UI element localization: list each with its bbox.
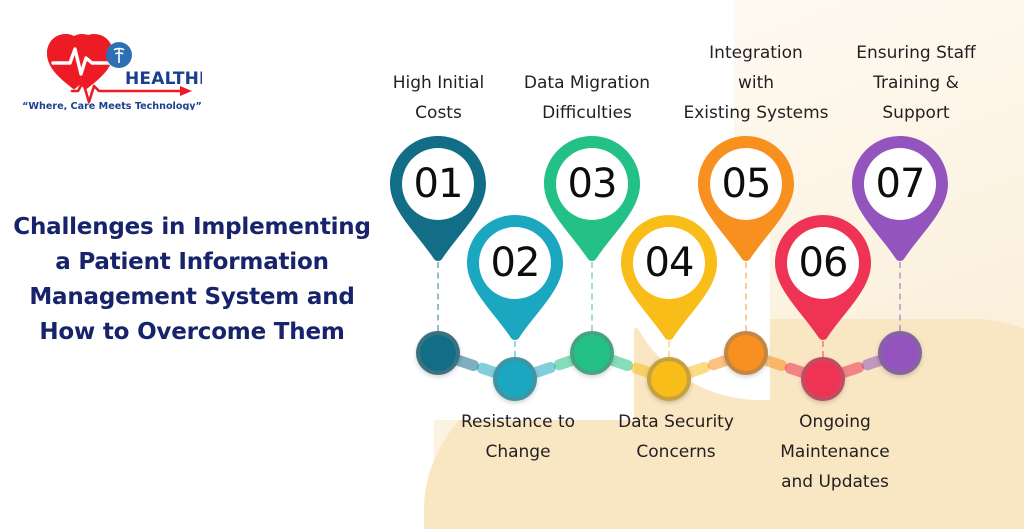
dashed-connector-line	[822, 341, 824, 357]
label-line: with	[737, 73, 775, 93]
timeline-node-02[interactable]	[493, 357, 537, 401]
label-line: Ongoing	[799, 412, 871, 432]
step-label-top-2: Data Migration Difficulties	[507, 68, 667, 128]
timeline-node-07[interactable]	[878, 331, 922, 375]
label-line: Costs	[415, 103, 462, 123]
timeline-node-01[interactable]	[416, 331, 460, 375]
label-line: Integration	[709, 43, 803, 63]
label-line: and Updates	[781, 472, 889, 492]
dashed-connector-line	[591, 262, 593, 331]
dashed-connector-line	[668, 341, 670, 357]
timeline-node-03[interactable]	[570, 331, 614, 375]
label-line: Concerns	[636, 442, 716, 462]
label-line: Support	[882, 103, 950, 123]
steps-infographic: 01 02 03 04 05 06 07 High Initial Costs Data Migr…	[0, 0, 1024, 529]
dashed-connector-line	[745, 262, 747, 331]
step-label-top-1: High Initial Costs	[366, 68, 511, 128]
dashed-connector-line	[899, 262, 901, 331]
label-line: High Initial	[392, 73, 485, 93]
step-label-bottom-3: Ongoing Maintenance and Updates	[755, 407, 915, 497]
pin-number: 01	[413, 161, 464, 207]
step-label-bottom-2: Data Security Concerns	[600, 407, 752, 467]
label-line: Difficulties	[542, 103, 632, 123]
label-line: Change	[485, 442, 551, 462]
timeline-node-05[interactable]	[724, 331, 768, 375]
infographic-canvas: HEALTHRAY “Where, Care Meets Technology”…	[0, 0, 1024, 529]
label-line: Resistance to	[460, 412, 576, 432]
label-line: Data Migration	[523, 73, 651, 93]
step-label-top-3: Integration with Existing Systems	[664, 38, 848, 128]
label-line: Maintenance	[780, 442, 890, 462]
label-line: Training &	[873, 73, 959, 93]
pin-number: 07	[875, 161, 926, 207]
dashed-connector-line	[514, 341, 516, 357]
label-line: Data Security	[618, 412, 734, 432]
dashed-connector-line	[437, 262, 439, 331]
pin-number: 05	[721, 161, 772, 207]
step-label-bottom-1: Resistance to Change	[442, 407, 594, 467]
pin-number: 03	[567, 161, 618, 207]
timeline-node-04[interactable]	[647, 357, 691, 401]
map-pin-icon-07[interactable]: 07	[852, 136, 948, 262]
label-line: Ensuring Staff	[856, 43, 976, 63]
timeline-node-06[interactable]	[801, 357, 845, 401]
step-label-top-4: Ensuring Staff Training & Support	[836, 38, 996, 128]
label-line: Existing Systems	[683, 103, 829, 123]
